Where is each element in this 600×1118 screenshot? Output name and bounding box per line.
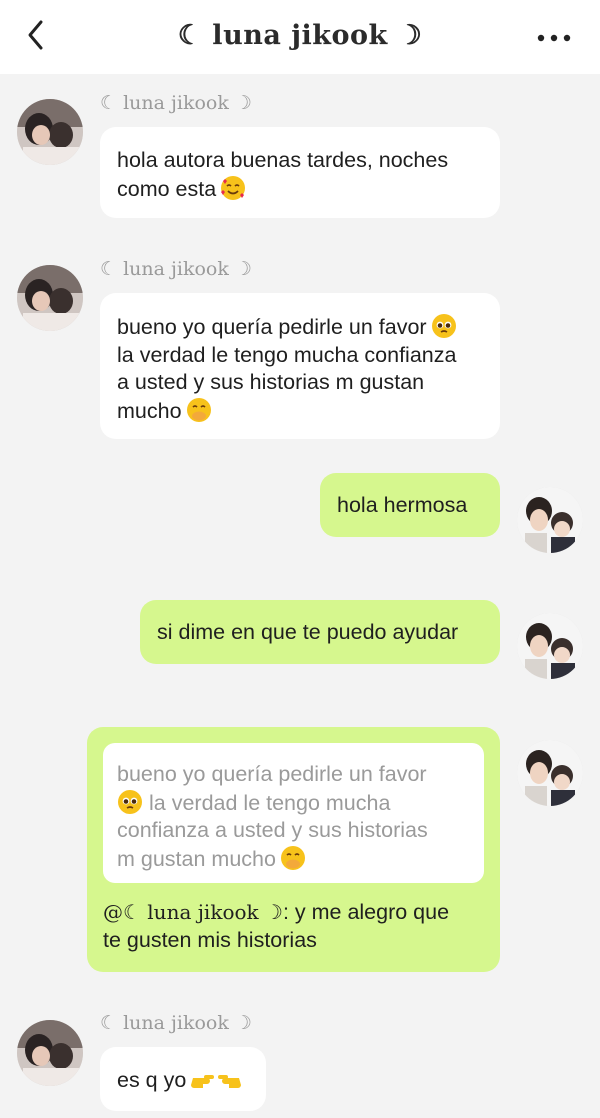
message-text: como esta bbox=[117, 176, 217, 201]
reply-message-bubble[interactable]: bueno yo quería pedirle un favor la verd… bbox=[87, 727, 500, 972]
message-bubble[interactable]: hola hermosa bbox=[320, 473, 500, 537]
reply-text-line: @☾ luna jikook ☽: y me alegro que bbox=[103, 899, 484, 927]
sender-name: ☾ luna jikook ☽ bbox=[100, 258, 252, 280]
pleading-face-icon bbox=[118, 789, 142, 814]
sender-avatar[interactable] bbox=[17, 265, 83, 331]
message-text: bueno yo quería pedirle un favor bbox=[117, 315, 427, 339]
message-bubble[interactable]: es q yo bbox=[100, 1047, 266, 1111]
message-text: hola hermosa bbox=[337, 493, 468, 517]
quoted-text: m gustan mucho bbox=[117, 846, 276, 871]
reply-text: : y me alegro que bbox=[282, 900, 450, 924]
message-bubble[interactable]: hola autora buenas tardes, noches como e… bbox=[100, 127, 500, 218]
message-text: si dime en que te puedo ayudar bbox=[157, 620, 459, 644]
sender-name: ☾ luna jikook ☽ bbox=[100, 1012, 252, 1034]
pointing-hands-icon bbox=[191, 1075, 242, 1088]
quoted-text-line: confianza a usted y sus historias bbox=[117, 818, 428, 842]
my-avatar[interactable] bbox=[517, 487, 583, 553]
quoted-text-line: la verdad le tengo mucha bbox=[117, 789, 470, 818]
message-text-line: mucho bbox=[117, 397, 482, 426]
message-text-line: como esta bbox=[117, 175, 482, 204]
face-with-hand-over-mouth-icon bbox=[186, 397, 211, 422]
mention-link[interactable]: @☾ luna jikook ☽ bbox=[103, 900, 283, 924]
message-bubble[interactable]: bueno yo quería pedirle un favor la verd… bbox=[100, 293, 500, 439]
my-avatar[interactable] bbox=[517, 740, 583, 806]
chat-title: ☾ luna jikook ☽ bbox=[177, 20, 423, 51]
message-text-line: hola autora buenas tardes, noches bbox=[117, 148, 449, 172]
message-text: mucho bbox=[117, 398, 182, 423]
message-text: es q yo bbox=[117, 1068, 187, 1092]
message-bubble[interactable]: si dime en que te puedo ayudar bbox=[140, 600, 500, 664]
more-options-button[interactable] bbox=[536, 28, 572, 48]
smiling-face-with-hearts-icon bbox=[221, 175, 246, 200]
reply-text-line: te gusten mis historias bbox=[103, 927, 317, 952]
sender-avatar[interactable] bbox=[17, 1020, 83, 1086]
message-text-line: a usted y sus historias m gustan bbox=[117, 370, 425, 394]
message-text-line: bueno yo quería pedirle un favor bbox=[117, 313, 482, 342]
more-dots-icon bbox=[537, 34, 571, 42]
sender-avatar[interactable] bbox=[17, 99, 83, 165]
face-with-hand-over-mouth-icon bbox=[280, 845, 305, 870]
pleading-face-icon bbox=[431, 314, 456, 338]
chat-header: ☾ luna jikook ☽ bbox=[0, 0, 600, 74]
sender-name: ☾ luna jikook ☽ bbox=[100, 92, 252, 114]
message-text-line: la verdad le tengo mucha confianza bbox=[117, 342, 457, 367]
quoted-text-line: bueno yo quería pedirle un favor bbox=[117, 762, 427, 786]
quoted-text-line: m gustan mucho bbox=[117, 845, 470, 874]
message-text-line: es q yo bbox=[117, 1066, 249, 1095]
quoted-message[interactable]: bueno yo quería pedirle un favor la verd… bbox=[103, 743, 484, 883]
quoted-text: la verdad le tengo mucha bbox=[149, 790, 391, 815]
my-avatar[interactable] bbox=[517, 613, 583, 679]
